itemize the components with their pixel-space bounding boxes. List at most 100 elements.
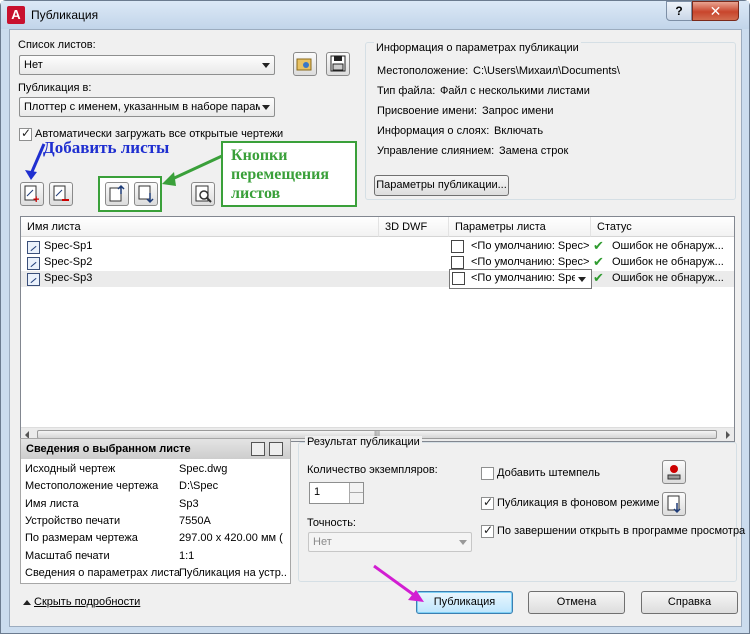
publish-dialog: A Публикация ? ✕ Список листов: Нет Публ… xyxy=(0,0,750,634)
sheet-list-combo[interactable]: Нет xyxy=(19,55,275,75)
detail-row: Имя листа Sp3 xyxy=(21,496,290,513)
add-sheets-button[interactable]: + xyxy=(20,182,44,206)
help-button[interactable]: Справка xyxy=(641,591,738,614)
autocad-logo-icon: A xyxy=(7,6,25,24)
document-download-icon xyxy=(667,495,681,514)
checkmark-icon: ✔ xyxy=(593,238,604,253)
table-row[interactable]: Spec-Sp1 <По умолчанию: Spec> ✔ Ошибок н… xyxy=(21,238,734,255)
add-sheet-icon: + xyxy=(24,185,39,206)
col-page-setup[interactable]: Параметры листа xyxy=(449,217,591,237)
copies-label: Количество экземпляров: xyxy=(307,464,438,476)
publish-to-combo[interactable]: Плоттер с именем, указанным в наборе пар… xyxy=(19,97,275,117)
title-bar[interactable]: A Публикация ? ✕ xyxy=(1,1,749,29)
load-sheet-list-button[interactable] xyxy=(293,52,317,76)
page-setup-icon xyxy=(452,272,465,285)
info-key: Управление слиянием: xyxy=(377,145,495,157)
info-key: Информация о слоях: xyxy=(377,125,490,137)
publish-options-button[interactable]: Параметры публикации... xyxy=(374,175,509,196)
precision-value: Нет xyxy=(313,536,332,548)
stepper-down-icon[interactable] xyxy=(349,493,363,503)
collapse-arrow-icon[interactable] xyxy=(23,600,31,605)
info-value: C:\Users\Михаил\Documents\ xyxy=(473,65,620,77)
sheet-name-cell: Spec-Sp1 xyxy=(44,240,93,252)
detail-key: Имя листа xyxy=(25,497,79,510)
move-sheet-up-button[interactable] xyxy=(105,182,129,206)
copies-value: 1 xyxy=(314,486,321,498)
detail-row: Устройство печати 7550A xyxy=(21,513,290,530)
info-key: Присвоение имени: xyxy=(377,105,478,117)
info-key: Местоположение: xyxy=(377,65,469,77)
detail-key: Исходный чертеж xyxy=(25,463,116,475)
move-buttons-annotation: Кнопки перемещения листов xyxy=(221,141,357,207)
scroll-right-icon[interactable] xyxy=(726,431,730,439)
publish-to-label: Публикация в: xyxy=(18,82,92,94)
col-3d-dwf[interactable]: 3D DWF xyxy=(379,217,449,237)
save-sheet-list-button[interactable] xyxy=(326,52,350,76)
help-title-button[interactable]: ? xyxy=(666,1,692,21)
detail-row: Масштаб печати 1:1 xyxy=(21,548,290,565)
publish-output-title: Результат публикации xyxy=(305,436,422,448)
details-sheet-icon[interactable] xyxy=(251,442,265,456)
details-title: Сведения о выбранном листе xyxy=(21,439,290,459)
detail-key: Сведения о параметрах листа xyxy=(25,566,181,579)
checkmark-icon: ✔ xyxy=(593,270,604,285)
window-title: Публикация xyxy=(31,8,99,22)
move-up-icon xyxy=(109,184,125,202)
move-sheet-down-button[interactable] xyxy=(134,182,158,206)
table-row[interactable]: Spec-Sp2 <По умолчанию: Spec> ✔ Ошибок н… xyxy=(21,254,734,271)
publish-button[interactable]: Публикация xyxy=(416,591,513,614)
close-button[interactable]: ✕ xyxy=(692,1,739,21)
hide-details-link[interactable]: Скрыть подробности xyxy=(34,596,140,608)
remove-sheet-icon xyxy=(53,185,69,201)
layout-sheet-icon xyxy=(27,257,40,270)
precision-combo[interactable]: Нет xyxy=(308,532,472,552)
stepper-up-icon[interactable] xyxy=(349,483,363,493)
remove-sheets-button[interactable] xyxy=(49,182,73,206)
page-setup-cell: <По умолчанию: Spec> xyxy=(471,256,590,268)
table-row-selected[interactable]: Spec-Sp3 <По умолчанию: Spec ✔ Ошибок не… xyxy=(21,269,734,289)
info-value: Включать xyxy=(494,125,544,137)
status-cell: Ошибок не обнаруж... xyxy=(612,240,724,252)
detail-value: Публикация на устр... xyxy=(179,566,287,579)
chevron-down-icon xyxy=(262,105,270,110)
add-stamp-checkbox[interactable] xyxy=(481,467,494,480)
background-settings-button[interactable] xyxy=(662,492,686,516)
copies-stepper[interactable]: 1 xyxy=(309,482,364,504)
info-key: Тип файла: xyxy=(377,85,436,97)
stamp-settings-button[interactable] xyxy=(662,460,686,484)
sheet-grid: Имя листа 3D DWF Параметры листа Статус … xyxy=(20,216,735,442)
col-sheet-name[interactable]: Имя листа xyxy=(21,217,379,237)
detail-row: По размерам чертежа 297.00 x 420.00 мм ( xyxy=(21,530,290,547)
svg-text:+: + xyxy=(33,194,39,205)
background-publish-checkbox[interactable] xyxy=(481,495,494,510)
detail-value: 7550A xyxy=(179,514,211,527)
open-viewer-checkbox[interactable] xyxy=(481,523,494,538)
sheet-name-cell: Spec-Sp3 xyxy=(44,272,93,284)
detail-value: D:\Spec xyxy=(179,480,219,493)
detail-value: 1:1 xyxy=(179,549,195,562)
chevron-down-icon xyxy=(262,63,270,68)
cancel-button[interactable]: Отмена xyxy=(528,591,625,614)
background-publish-label: Публикация в фоновом режиме xyxy=(497,497,660,509)
detail-value: Spec.dwg xyxy=(179,463,228,475)
detail-row: Исходный чертеж Spec.dwg xyxy=(21,461,290,478)
magenta-arrow-icon xyxy=(373,564,424,602)
publish-to-value: Плоттер с именем, указанным в наборе пар… xyxy=(24,101,260,113)
detail-key: Устройство печати xyxy=(25,514,121,527)
info-value: Замена строк xyxy=(499,145,569,157)
chevron-down-icon xyxy=(578,277,586,282)
page-setup-dropdown[interactable]: <По умолчанию: Spec xyxy=(449,269,592,289)
detail-key: Местоположение чертежа xyxy=(25,480,159,493)
sheet-list-value: Нет xyxy=(24,59,43,71)
checkmark-icon: ✔ xyxy=(593,254,604,269)
details-preview-icon[interactable] xyxy=(269,442,283,456)
detail-row: Местоположение чертежа D:\Spec xyxy=(21,478,290,495)
detail-value: Sp3 xyxy=(179,497,199,510)
layout-sheet-icon xyxy=(27,241,40,254)
page-setup-icon xyxy=(451,256,464,269)
status-cell: Ошибок не обнаруж... xyxy=(612,256,724,268)
col-status[interactable]: Статус xyxy=(591,217,734,237)
chevron-down-icon xyxy=(459,540,467,545)
page-setup-cell: <По умолчанию: Spec> xyxy=(471,240,590,252)
add-stamp-label: Добавить штемпель xyxy=(497,467,600,479)
